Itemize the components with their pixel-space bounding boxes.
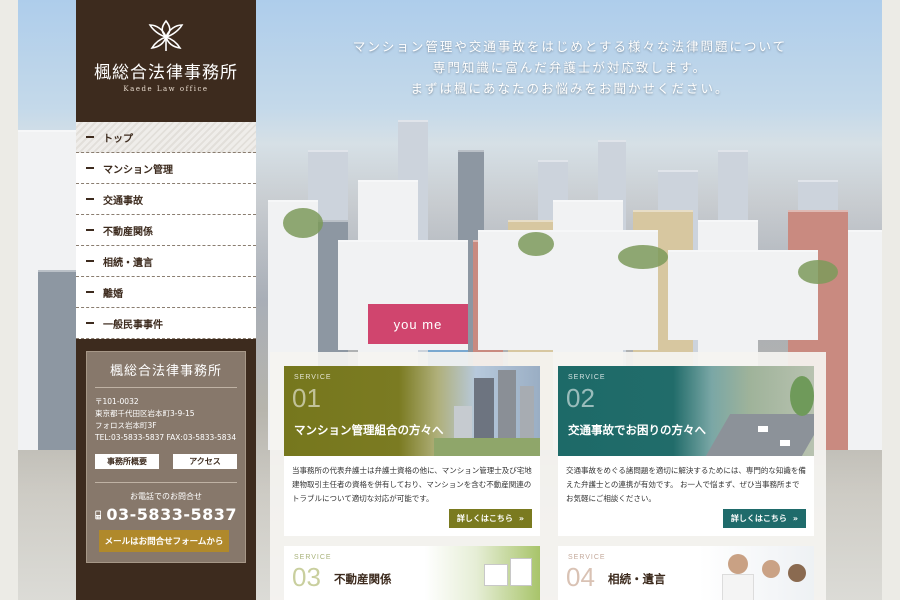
phone-label: お電話でのお問合せ [95, 482, 237, 502]
car [758, 426, 768, 432]
service-card-inheritance[interactable]: SERVICE 04 相続・遺言 [558, 546, 814, 600]
tree [790, 376, 814, 416]
road [705, 414, 814, 456]
dash-icon [86, 322, 94, 324]
service-title[interactable]: マンション管理組合の方々へ [294, 422, 444, 438]
person-icon [762, 560, 780, 578]
dash-icon [86, 229, 94, 231]
office-info-box: 楓総合法律事務所 〒101-0032 東京都千代田区岩本町3-9-15 フォロス… [86, 351, 246, 563]
service-label: SERVICE [568, 554, 606, 561]
dash-icon [86, 167, 94, 169]
tagline-line: 専門知識に富んだ弁護士が対応致します。 [432, 60, 708, 75]
service-card-mansion: SERVICE 01 マンション管理組合の方々へ 当事務所の代表弁護士は弁護士資… [284, 366, 540, 536]
tree [518, 232, 554, 256]
service-label: SERVICE [294, 554, 332, 561]
nav-label: 不動産関係 [103, 226, 153, 238]
address-line: TEL:03-5833-5837 FAX:03-5833-5834 [95, 433, 237, 442]
service-number: 01 [292, 383, 321, 413]
logo-subtitle: Kaede Law office [123, 85, 209, 93]
dash-icon [86, 260, 94, 262]
service-title[interactable]: 交通事故でお困りの方々へ [568, 422, 706, 438]
office-buttons: 事務所概要 アクセス [95, 454, 237, 469]
tree [283, 208, 323, 238]
billboard-sign: you me [368, 304, 468, 344]
person-icon [728, 554, 748, 574]
nav-item-inheritance[interactable]: 相続・遺言 [76, 246, 256, 277]
access-button[interactable]: アクセス [173, 454, 237, 469]
more-label: 詳しくはこちら [456, 514, 513, 523]
dash-icon [86, 198, 94, 200]
phone-text: 03-5833-5837 [106, 505, 237, 524]
service-title: 相続・遺言 [608, 572, 666, 586]
office-address: 〒101-0032 東京都千代田区岩本町3-9-15 フォロス岩本町3F TEL… [95, 396, 237, 444]
sidebar: 楓総合法律事務所 Kaede Law office トップ マンション管理 交通… [76, 0, 256, 600]
logo-title: 楓総合法律事務所 [94, 63, 238, 83]
nav-label: マンション管理 [103, 164, 173, 176]
double-arrow-icon: » [518, 514, 524, 523]
building [38, 270, 78, 450]
dash-icon [86, 291, 94, 293]
site-logo[interactable]: 楓総合法律事務所 Kaede Law office [76, 0, 256, 122]
address-line: 東京都千代田区岩本町3-9-15 [95, 409, 195, 418]
phone-number[interactable]: 03-5833-5837 [95, 505, 237, 524]
more-button[interactable]: 詳しくはこちら » [722, 509, 806, 528]
address-line: フォロス岩本町3F [95, 421, 157, 430]
tree [798, 260, 838, 284]
mail-form-button[interactable]: メールはお問合せフォームから [99, 530, 229, 552]
service-label: SERVICE [568, 374, 606, 381]
service-number: 03 [292, 562, 321, 592]
service-image: SERVICE 02 交通事故でお困りの方々へ [558, 366, 814, 456]
double-arrow-icon: » [792, 514, 798, 523]
car [780, 440, 790, 446]
services-panel: SERVICE 01 マンション管理組合の方々へ 当事務所の代表弁護士は弁護士資… [270, 352, 826, 600]
service-description: 当事務所の代表弁護士は弁護士資格の他に、マンション管理士及び宅地建物取引主任者の… [292, 466, 532, 503]
service-card-traffic: SERVICE 02 交通事故でお困りの方々へ 交通事故をめぐる諸問題を適切に解… [558, 366, 814, 536]
service-title: 不動産関係 [334, 572, 392, 586]
trees [434, 438, 540, 456]
house-icon [510, 558, 532, 586]
building [668, 250, 818, 340]
service-label: SERVICE [294, 374, 332, 381]
dash-icon [86, 136, 94, 138]
service-card-real-estate[interactable]: SERVICE 03 不動産関係 [284, 546, 540, 600]
tree [618, 245, 668, 269]
office-overview-button[interactable]: 事務所概要 [95, 454, 159, 469]
nav-item-divorce[interactable]: 離婚 [76, 277, 256, 308]
phone-icon [95, 510, 102, 519]
person-icon [722, 574, 754, 600]
more-label: 詳しくはこちら [730, 514, 787, 523]
address-line: 〒101-0032 [95, 397, 139, 406]
building [848, 230, 882, 450]
nav-label: 相続・遺言 [103, 257, 153, 269]
main-nav: トップ マンション管理 交通事故 不動産関係 相続・遺言 離婚 一般民事事件 [76, 122, 256, 339]
maple-leaf-icon [148, 19, 184, 51]
tagline-line: まずは楓にあなたのお悩みをお聞かせください。 [410, 81, 730, 96]
service-image: SERVICE 01 マンション管理組合の方々へ [284, 366, 540, 456]
person-icon [788, 564, 806, 582]
service-number: 02 [566, 383, 595, 413]
tagline-line: マンション管理や交通事故をはじめとする様々な法律問題について [352, 39, 788, 54]
service-description: 交通事故をめぐる諸問題を適切に解決するためには、専門的な知識を備えた弁護士との連… [566, 466, 806, 503]
service-number: 04 [566, 562, 595, 592]
nav-item-real-estate[interactable]: 不動産関係 [76, 215, 256, 246]
nav-label: 交通事故 [103, 195, 143, 207]
nav-label: トップ [103, 133, 133, 145]
more-button[interactable]: 詳しくはこちら » [448, 509, 532, 528]
nav-item-traffic[interactable]: 交通事故 [76, 184, 256, 215]
hero-tagline: マンション管理や交通事故をはじめとする様々な法律問題について 専門知識に富んだ弁… [260, 36, 880, 99]
nav-label: 一般民事事件 [103, 319, 163, 331]
nav-item-mansion[interactable]: マンション管理 [76, 153, 256, 184]
nav-item-top[interactable]: トップ [76, 122, 256, 153]
house-icon [484, 564, 508, 586]
nav-item-civil[interactable]: 一般民事事件 [76, 308, 256, 339]
office-name: 楓総合法律事務所 [95, 360, 237, 388]
nav-label: 離婚 [103, 288, 123, 300]
